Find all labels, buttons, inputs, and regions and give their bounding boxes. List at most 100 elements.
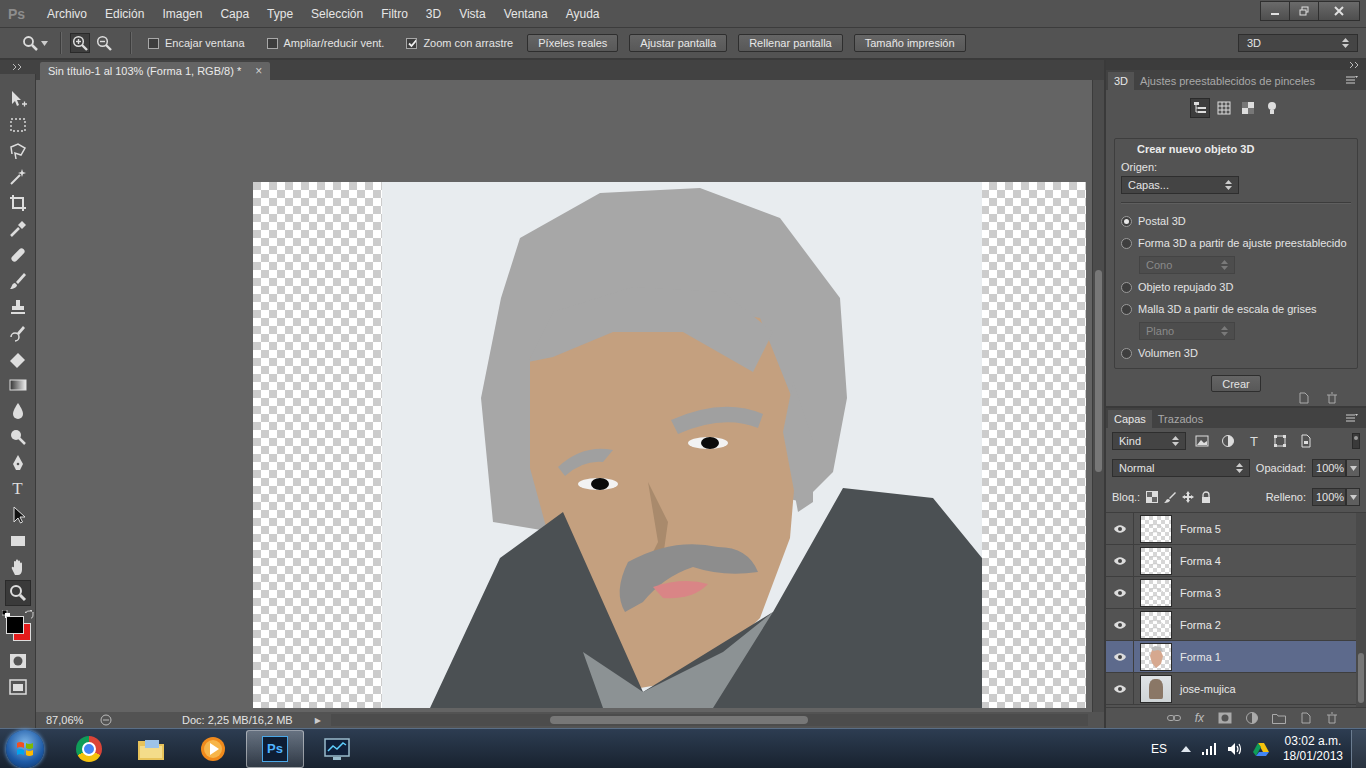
minimize-button[interactable] bbox=[1260, 1, 1290, 21]
swap-colors-icon[interactable] bbox=[25, 610, 34, 619]
panel-tab[interactable]: Capas bbox=[1108, 410, 1152, 428]
new-layer-icon[interactable] bbox=[1300, 712, 1312, 724]
fill-slider-button[interactable] bbox=[1346, 488, 1360, 506]
menu-item[interactable]: Ayuda bbox=[557, 7, 609, 21]
hand-tool[interactable] bbox=[5, 554, 31, 580]
marquee-tool[interactable] bbox=[5, 112, 31, 138]
info-menu-button[interactable]: ▶ bbox=[315, 716, 321, 725]
menu-item[interactable]: Capa bbox=[211, 7, 258, 21]
material-view-button[interactable] bbox=[1238, 98, 1258, 118]
menu-item[interactable]: Selección bbox=[302, 7, 372, 21]
gradient-tool[interactable] bbox=[5, 372, 31, 398]
panel-tab[interactable]: 3D bbox=[1108, 72, 1134, 90]
layer-row[interactable]: Forma 1 bbox=[1106, 641, 1356, 673]
create-button[interactable]: Crear bbox=[1211, 375, 1261, 392]
visibility-toggle[interactable] bbox=[1106, 545, 1134, 576]
type-filter-button[interactable]: T bbox=[1244, 432, 1264, 450]
crop-tool[interactable] bbox=[5, 190, 31, 216]
scroll-thumb[interactable] bbox=[1358, 653, 1364, 703]
layer-row[interactable]: Forma 4 bbox=[1106, 545, 1356, 577]
zoom-preset-button[interactable]: Ajustar pantalla bbox=[629, 34, 727, 52]
media-taskbar-button[interactable] bbox=[184, 730, 242, 768]
zoom-out-button[interactable] bbox=[94, 33, 114, 53]
clock[interactable]: 03:02 a.m.18/01/2013 bbox=[1283, 734, 1343, 764]
move-tool[interactable] bbox=[5, 86, 31, 112]
heal-tool[interactable] bbox=[5, 242, 31, 268]
lock-position-icon[interactable] bbox=[1182, 491, 1194, 503]
menu-item[interactable]: Vista bbox=[450, 7, 494, 21]
pixel-filter-button[interactable] bbox=[1192, 432, 1212, 450]
stamp-tool[interactable] bbox=[5, 294, 31, 320]
menu-item[interactable]: Imagen bbox=[153, 7, 211, 21]
type-tool[interactable]: T bbox=[5, 476, 31, 502]
radio-button[interactable] bbox=[1121, 216, 1132, 227]
lock-transparent-icon[interactable] bbox=[1146, 491, 1158, 503]
workspace-select[interactable]: 3D bbox=[1238, 34, 1358, 52]
visibility-toggle[interactable] bbox=[1106, 513, 1134, 544]
option-checkbox[interactable]: Zoom con arrastre bbox=[406, 37, 513, 49]
smart-filter-button[interactable] bbox=[1296, 432, 1316, 450]
radio-option[interactable]: Postal 3D bbox=[1121, 210, 1351, 232]
restore-button[interactable] bbox=[1289, 1, 1319, 21]
zoom-preset-button[interactable]: Rellenar pantalla bbox=[738, 34, 843, 52]
zoom-in-button[interactable] bbox=[70, 33, 90, 53]
radio-button[interactable] bbox=[1121, 348, 1132, 359]
layer-row[interactable]: Forma 2 bbox=[1106, 609, 1356, 641]
trash-icon[interactable] bbox=[1326, 712, 1338, 724]
zoom-preset-button[interactable]: Tamaño impresión bbox=[854, 34, 966, 52]
document-tab[interactable]: Sin título-1 al 103% (Forma 1, RGB/8) *× bbox=[40, 62, 270, 80]
filter-kind-select[interactable]: Kind bbox=[1112, 432, 1186, 450]
dodge-tool[interactable] bbox=[5, 424, 31, 450]
volume-icon[interactable] bbox=[1227, 742, 1243, 756]
mesh-view-button[interactable] bbox=[1214, 98, 1234, 118]
lock-all-icon[interactable] bbox=[1200, 491, 1212, 503]
tab-close-button[interactable]: × bbox=[255, 64, 262, 78]
eraser-tool[interactable] bbox=[5, 346, 31, 372]
pen-tool[interactable] bbox=[5, 450, 31, 476]
language-indicator[interactable]: ES bbox=[1151, 742, 1167, 756]
menu-item[interactable]: Type bbox=[258, 7, 302, 21]
radio-button[interactable] bbox=[1121, 238, 1132, 249]
foreground-color-swatch[interactable] bbox=[6, 616, 24, 634]
fill-field[interactable]: 100% bbox=[1312, 488, 1346, 506]
checkbox-box[interactable] bbox=[267, 38, 278, 49]
scroll-thumb[interactable] bbox=[550, 716, 807, 724]
start-button[interactable] bbox=[6, 730, 44, 768]
radio-button[interactable] bbox=[1121, 304, 1132, 315]
visibility-toggle[interactable] bbox=[1106, 577, 1134, 608]
show-desktop-button[interactable] bbox=[1351, 730, 1366, 768]
canvas-artwork[interactable] bbox=[253, 182, 1086, 708]
layer-style-button[interactable]: fx bbox=[1195, 711, 1204, 725]
wand-tool[interactable] bbox=[5, 164, 31, 190]
zoom-tool[interactable] bbox=[5, 580, 31, 606]
shape-tool[interactable] bbox=[5, 528, 31, 554]
zoom-level[interactable]: 87,06% bbox=[46, 714, 90, 726]
chrome-taskbar-button[interactable] bbox=[60, 730, 118, 768]
screen-mode-button[interactable] bbox=[5, 674, 31, 700]
visibility-toggle[interactable] bbox=[1106, 609, 1134, 640]
checkbox-box[interactable] bbox=[148, 38, 159, 49]
option-checkbox[interactable]: Encajar ventana bbox=[148, 37, 245, 49]
explorer-taskbar-button[interactable] bbox=[122, 730, 180, 768]
scroll-thumb[interactable] bbox=[1095, 270, 1102, 472]
menu-item[interactable]: Filtro bbox=[372, 7, 417, 21]
menu-item[interactable]: 3D bbox=[417, 7, 450, 21]
filter-toggle[interactable] bbox=[1352, 433, 1360, 449]
show-hidden-icons-icon[interactable] bbox=[1181, 745, 1191, 753]
monitor-taskbar-button[interactable] bbox=[308, 730, 366, 768]
visibility-toggle[interactable] bbox=[1106, 641, 1134, 672]
brush-tool[interactable] bbox=[5, 268, 31, 294]
zoom-preset-button[interactable]: Píxeles reales bbox=[527, 34, 618, 52]
menu-item[interactable]: Ventana bbox=[495, 7, 557, 21]
opacity-slider-button[interactable] bbox=[1346, 459, 1360, 477]
new-item-icon[interactable] bbox=[1298, 392, 1310, 404]
eyedropper-tool[interactable] bbox=[5, 216, 31, 242]
quick-mask-button[interactable] bbox=[5, 648, 31, 674]
menu-item[interactable]: Edición bbox=[96, 7, 153, 21]
source-select[interactable]: Capas... bbox=[1121, 176, 1239, 194]
folder-icon[interactable] bbox=[1272, 712, 1286, 724]
panel-grip[interactable] bbox=[0, 60, 36, 74]
link-icon[interactable] bbox=[1167, 713, 1181, 723]
panel-menu-icon[interactable] bbox=[1346, 414, 1358, 423]
drive-sync-icon[interactable] bbox=[1253, 742, 1269, 756]
